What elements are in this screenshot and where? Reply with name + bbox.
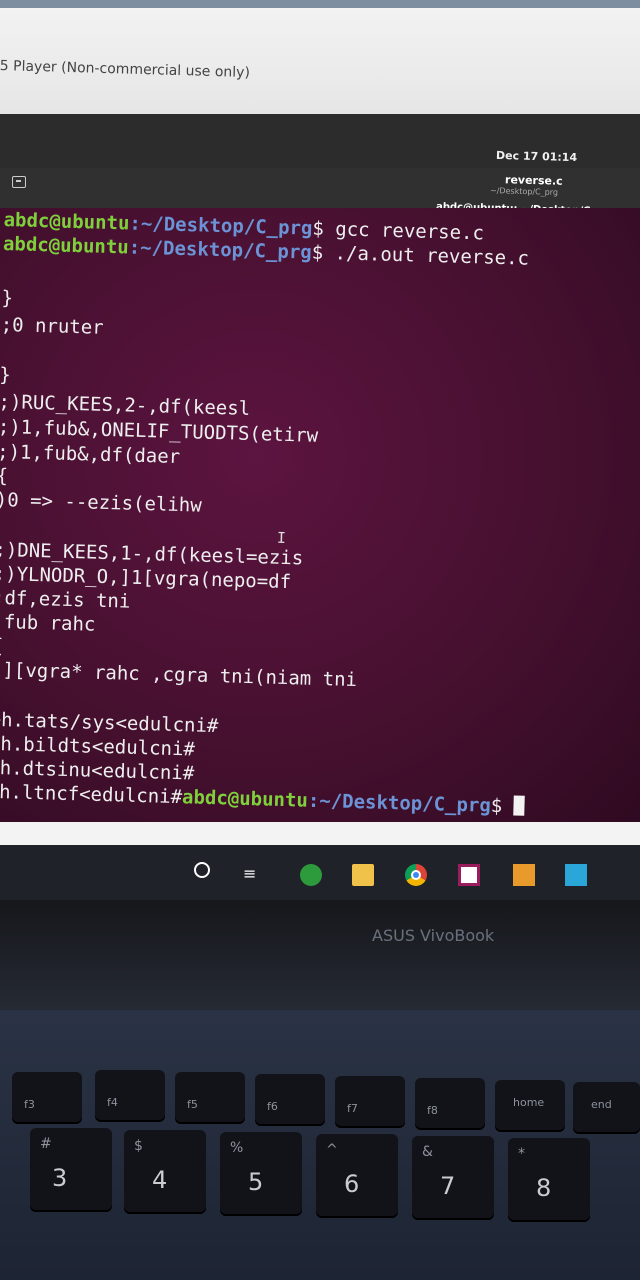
f6-key: f6	[255, 1074, 325, 1126]
laptop-brand: ASUS VivoBook	[372, 926, 495, 945]
output-line: }	[0, 363, 12, 387]
task-view-icon[interactable]: ≡	[243, 864, 265, 886]
app-icon[interactable]	[300, 864, 322, 886]
prompt-symbol: $	[490, 794, 515, 818]
ubuntu-top-bar	[0, 114, 640, 174]
vmware-window-title: 5 Player (Non-commercial use only)	[0, 58, 251, 81]
end-key: end	[573, 1082, 640, 1134]
mouse-text-cursor: I	[276, 528, 287, 547]
output-line: {	[0, 464, 9, 488]
new-tab-icon[interactable]	[12, 176, 26, 188]
f7-key: f7	[335, 1076, 405, 1128]
search-icon[interactable]	[194, 862, 210, 878]
f3-key: f3	[12, 1072, 82, 1124]
key-7: & 7	[412, 1136, 494, 1220]
output-line: ;fub rahc	[0, 610, 96, 636]
command-text: ./a.out reverse.c	[322, 241, 530, 270]
laptop-bezel	[0, 900, 640, 1010]
key-8: * 8	[508, 1138, 590, 1222]
vmware-title-bar: 5 Player (Non-commercial use only)	[0, 0, 640, 115]
key-5: % 5	[220, 1132, 302, 1216]
output-line: )0 => --ezis(elihw	[0, 488, 202, 517]
command-text: gcc reverse.c	[323, 217, 485, 245]
laptop-keyboard: f3 f4 f5 f6 f7 f8 home end #3 $4 % 5 ^ 6 &…	[0, 1010, 640, 1280]
key-4: $4	[124, 1130, 206, 1214]
file-explorer-icon[interactable]	[352, 864, 374, 886]
output-line: ;)1,fub&,df(daer	[0, 440, 181, 469]
output-line: )][vgra* rahc ,cgra tni(niam tni	[0, 658, 358, 692]
chrome-icon[interactable]	[405, 864, 427, 886]
terminal-window-subtitle: ~/Desktop/C_prg	[489, 186, 559, 197]
terminal-cursor	[513, 795, 526, 816]
app-icon[interactable]	[513, 864, 535, 886]
f5-key: f5	[175, 1072, 245, 1124]
terminal-line: >h.ltncf<edulcni#abdc@ubuntu:~/Desktop/C…	[0, 780, 526, 819]
output-line: ;df,ezis tni	[0, 586, 131, 613]
output-line: }	[1, 286, 14, 310]
prompt-user: abdc@ubuntu	[2, 232, 130, 259]
key-6: ^ 6	[316, 1134, 398, 1218]
prompt-user: abdc@ubuntu	[3, 208, 130, 235]
prompt-path: :~/Desktop/C_prg	[307, 789, 492, 817]
key-3: #3	[30, 1128, 112, 1212]
clock[interactable]: Dec 17 01:14	[496, 149, 577, 164]
output-line: ;0 nruter	[0, 313, 104, 339]
app-icon[interactable]	[565, 864, 587, 886]
prompt-user: abdc@ubuntu	[181, 786, 309, 812]
home-key: home	[495, 1080, 565, 1132]
output-line: >h.ltncf<edulcni#	[0, 780, 183, 809]
f4-key: f4	[95, 1070, 165, 1122]
vmware-icon[interactable]	[458, 864, 480, 886]
terminal-body[interactable]: abdc@ubuntu:~/Desktop/C_prg$ gcc reverse…	[0, 208, 640, 828]
f8-key: f8	[415, 1078, 485, 1130]
terminal-window-title: reverse.c	[504, 173, 563, 188]
output-line: {	[0, 634, 4, 658]
prompt-path: :~/Desktop/C_prg	[128, 236, 313, 264]
